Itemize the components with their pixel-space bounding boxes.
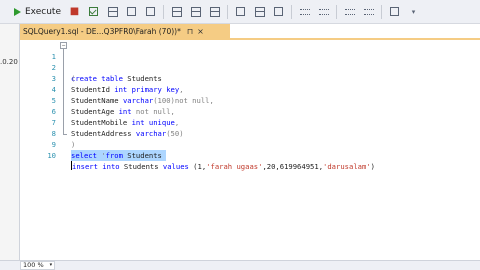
live-stats-icon[interactable] [190,6,201,17]
sql-keyword: insert into [72,162,120,171]
toolbar-divider [291,4,292,19]
pin-icon[interactable]: ⊓ [187,27,193,36]
tab-title: SQLQuery1.sql - DE...Q3PFR0\Farah (70))* [23,26,181,36]
code-line: 1 − create table Students [20,40,480,83]
zoom-dropdown[interactable]: 100 % ▾ [20,261,56,270]
toolbar-divider [227,4,228,19]
decrease-indent-icon[interactable] [344,6,355,17]
sql-string: 'darusalam' [323,162,371,171]
line-number: 10 [47,151,56,160]
query-options-icon[interactable] [126,6,137,17]
chevron-down-icon: ▾ [49,262,53,268]
query-editor[interactable]: 1 − create table Students 2 ( 3 StudentI… [20,40,480,260]
code-line: 9 select 'from Students [20,128,480,161]
code-line: 3 StudentId int primary key, [20,62,480,94]
code-line: 6 StudentMobile int unique, [20,95,480,127]
client-stats-icon[interactable] [209,6,220,17]
selected-text: select 'from Students [71,150,167,161]
toolbar-divider [336,4,337,19]
parse-check-icon[interactable] [88,6,99,17]
code-line: 8 ) [20,117,480,149]
collapse-toggle-icon[interactable]: − [60,42,67,49]
include-plan-icon[interactable] [171,6,182,17]
zoom-level: 100 % [23,261,44,269]
sql-string: 'farah ugaas' [206,162,263,171]
estimated-plan-icon[interactable] [107,6,118,17]
status-bar: 100 % ▾ [0,260,480,270]
play-icon [14,7,21,16]
specify-values-icon[interactable] [389,6,400,17]
sql-keyword: select [71,151,97,160]
sql-identifier: Students [119,162,163,171]
sql-punctuation: (1, [188,162,207,171]
sql-punctuation: ) [370,162,375,171]
document-tab-strip: SQLQuery1.sql - DE...Q3PFR0\Farah (70))*… [20,24,480,38]
object-explorer-panel: .0.20 [0,24,20,260]
code-line: 7 StudentAddress varchar(50) [20,106,480,138]
sql-identifier: Students [122,151,162,160]
results-to-file-icon[interactable] [273,6,284,17]
code-line: 5 StudentAge int not null, [20,84,480,116]
code-line: 10 insert into Students values (1,'farah… [20,139,480,171]
query-toolbar: Execute ■ ▾ [0,0,480,24]
toolbar-divider [163,4,164,19]
results-to-grid-icon[interactable] [254,6,265,17]
intellisense-icon[interactable] [145,6,156,17]
close-icon[interactable]: × [197,27,204,36]
tab-sqlquery1[interactable]: SQLQuery1.sql - DE...Q3PFR0\Farah (70))*… [20,24,230,38]
sql-values: ,20,619964951, [262,162,324,171]
execute-button[interactable]: Execute [10,3,65,21]
code-line: 2 ( [20,51,480,83]
comment-icon[interactable] [299,6,310,17]
toolbar-overflow-icon[interactable]: ▾ [408,6,419,17]
sql-keyword: from [105,151,123,160]
results-to-text-icon[interactable] [235,6,246,17]
code-line: 4 StudentName varchar(100)not null, [20,73,480,105]
execute-label: Execute [25,6,61,17]
stop-icon[interactable]: ■ [69,6,80,17]
increase-indent-icon[interactable] [363,6,374,17]
object-explorer-fragment: .0.20 [0,58,18,66]
sql-punctuation: ' [96,151,106,160]
sql-keyword: values [162,162,189,171]
toolbar-divider [381,4,382,19]
uncomment-icon[interactable] [318,6,329,17]
